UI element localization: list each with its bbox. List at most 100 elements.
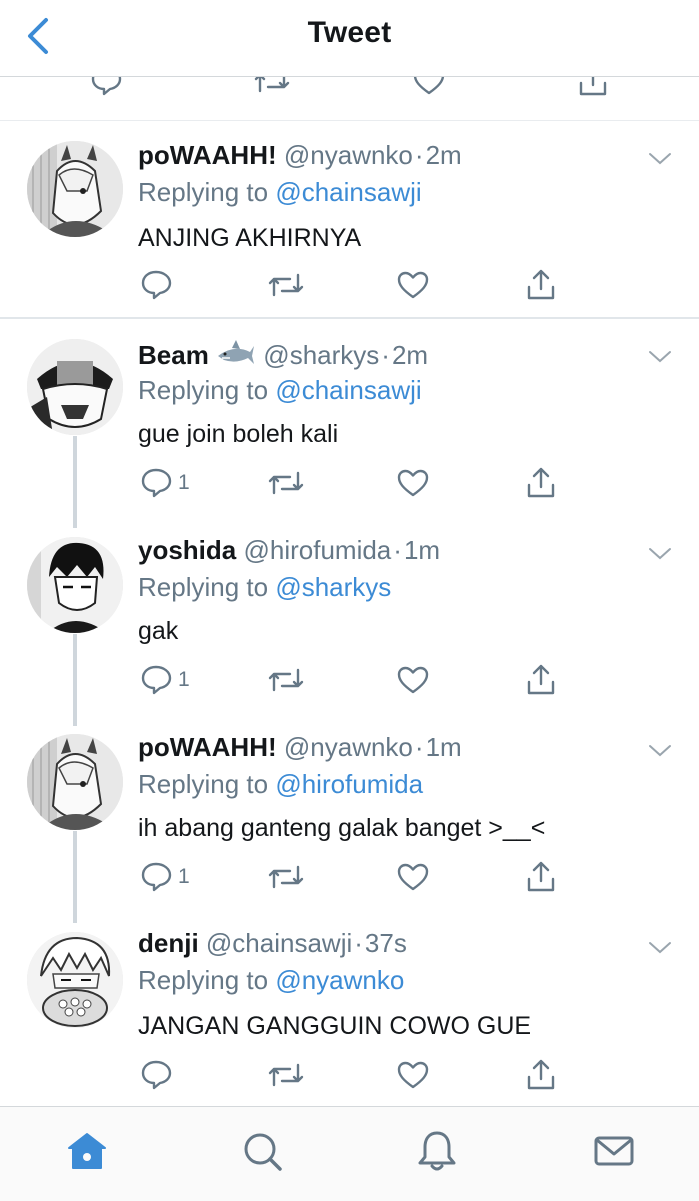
tweet-header: poWAAHH! @nyawnko·1m [138,732,462,768]
comment-icon [141,468,172,498]
tweet-header: Beam @sharkys·2m [138,338,428,374]
replying-prefix: Replying to [138,177,269,207]
replying-to-handle[interactable]: @chainsawji [275,375,421,405]
separator-dot: · [414,140,424,170]
like-button[interactable] [395,465,431,501]
tweet-item[interactable]: yoshida @hirofumida·1m Replying to @shar… [0,516,699,713]
timestamp: 37s [364,928,407,958]
display-name[interactable]: poWAAHH! [138,140,277,170]
share-button[interactable] [523,267,559,303]
replying-to: Replying to @chainsawji [138,375,422,406]
share-icon[interactable] [575,77,611,99]
comment-icon [141,270,172,300]
tweet-item[interactable]: denji @chainsawji·37s Replying to @nyawn… [0,910,699,1106]
tweet-item[interactable]: Beam @sharkys·2m Replying to @chainsawji… [0,319,699,516]
tweet-actions [138,267,578,303]
timestamp: 2m [425,140,462,170]
retweet-button[interactable] [266,465,306,501]
user-handle[interactable]: @sharkys [263,340,379,370]
shark-emoji-icon [218,340,255,364]
reply-button[interactable]: 1 [138,859,190,895]
user-handle[interactable]: @nyawnko [284,732,413,762]
tweet-actions: 1 [138,859,578,895]
user-handle[interactable]: @hirofumida [243,535,391,565]
display-name[interactable]: yoshida [138,535,236,565]
chevron-down-icon[interactable] [648,151,672,167]
replying-to: Replying to @nyawnko [138,965,404,996]
share-icon [527,269,555,300]
replying-to-handle[interactable]: @sharkys [275,572,391,602]
display-name[interactable]: poWAAHH! [138,732,277,762]
share-button[interactable] [523,859,559,895]
share-button[interactable] [523,1057,559,1093]
avatar[interactable] [27,141,123,237]
display-name[interactable]: denji [138,928,199,958]
tweet-item[interactable]: poWAAHH! @nyawnko·2m Replying to @chains… [0,121,699,318]
comment-icon[interactable] [88,77,124,99]
retweet-icon[interactable] [252,77,292,99]
avatar[interactable] [27,734,123,830]
share-button[interactable] [523,662,559,698]
share-icon [527,861,555,892]
timestamp: 1m [403,535,441,565]
share-button[interactable] [523,465,559,501]
tweet-actions: 1 [138,465,578,501]
like-button[interactable] [395,267,431,303]
user-handle[interactable]: @nyawnko [284,140,413,170]
like-button[interactable] [395,1057,431,1093]
retweet-button[interactable] [266,859,306,895]
heart-icon [397,666,429,694]
tweet-text: gue join boleh kali [138,420,339,448]
avatar[interactable] [27,339,123,435]
heart-icon [397,271,429,299]
retweet-icon [268,1063,304,1087]
avatar[interactable] [27,537,123,633]
tweet-text: gak [138,617,179,645]
retweet-icon [268,471,304,495]
chevron-down-icon[interactable] [648,349,672,365]
retweet-button[interactable] [266,662,306,698]
chevron-down-icon[interactable] [648,743,672,759]
heart-icon [397,469,429,497]
tweet-item[interactable]: poWAAHH! @nyawnko·1m Replying to @hirofu… [0,713,699,910]
reply-button[interactable]: 1 [138,465,190,501]
comment-icon [141,665,172,695]
reply-button[interactable] [138,267,178,303]
tweet-actions [138,1057,578,1093]
tweet-text: ih abang ganteng galak banget >__< [138,814,546,842]
heart-icon[interactable] [411,77,447,99]
share-icon [527,664,555,695]
previous-tweet-actions [0,77,699,121]
search-icon[interactable] [240,1129,284,1173]
timestamp: 1m [425,732,462,762]
retweet-button[interactable] [266,267,306,303]
home-icon[interactable] [65,1129,109,1173]
replying-to-handle[interactable]: @nyawnko [275,965,404,995]
replying-to-handle[interactable]: @chainsawji [275,177,421,207]
replying-to-handle[interactable]: @hirofumida [275,769,423,799]
replying-to: Replying to @hirofumida [138,769,423,800]
reply-button[interactable] [138,1057,178,1093]
user-handle[interactable]: @chainsawji [206,928,352,958]
avatar[interactable] [27,932,123,1028]
like-button[interactable] [395,662,431,698]
bell-icon[interactable] [415,1129,459,1173]
separator-dot: · [393,535,402,565]
display-name[interactable]: Beam [138,340,209,370]
like-button[interactable] [395,859,431,895]
top-nav-bar: Tweet [0,0,699,77]
replying-prefix: Replying to [138,769,269,799]
retweet-icon [268,865,304,889]
page-title: Tweet [307,16,392,49]
comment-icon [141,862,172,892]
mail-icon[interactable] [592,1129,636,1173]
separator-dot: · [414,732,424,762]
replying-prefix: Replying to [138,572,269,602]
replying-prefix: Replying to [138,375,269,405]
chevron-down-icon[interactable] [648,546,672,562]
chevron-down-icon[interactable] [648,940,672,956]
reply-button[interactable]: 1 [138,662,190,698]
share-icon [527,1059,555,1090]
separator-dot: · [381,340,390,370]
retweet-button[interactable] [266,1057,306,1093]
